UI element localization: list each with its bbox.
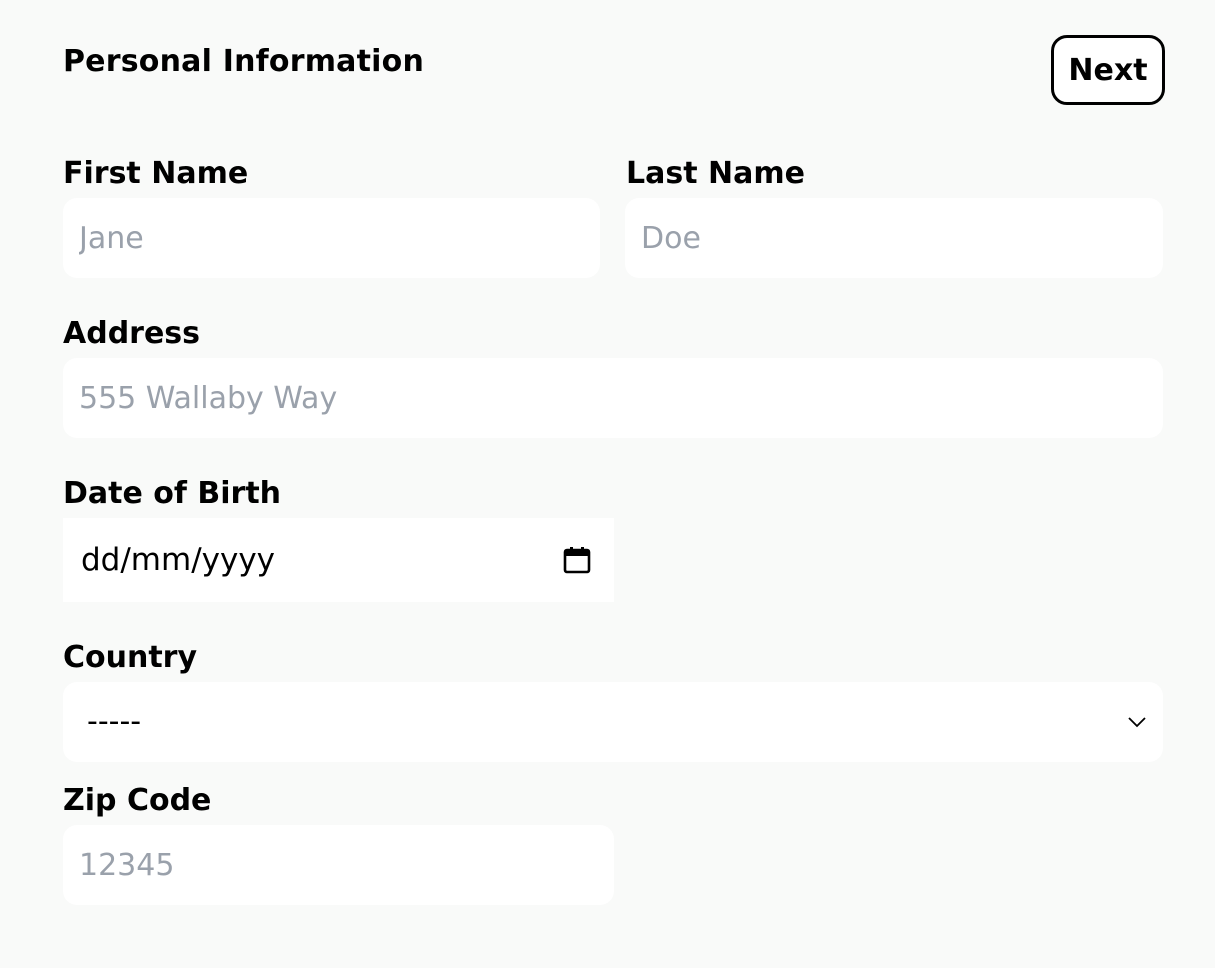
country-select[interactable]: ----- xyxy=(63,682,1163,762)
address-label: Address xyxy=(63,316,201,351)
date-of-birth-label: Date of Birth xyxy=(63,476,282,511)
zip-code-label: Zip Code xyxy=(63,783,212,818)
address-field xyxy=(63,358,1163,438)
page-title: Personal Information xyxy=(63,44,424,79)
country-label: Country xyxy=(63,640,198,675)
last-name-label: Last Name xyxy=(626,156,805,191)
calendar-icon[interactable] xyxy=(563,546,591,574)
first-name-input[interactable] xyxy=(63,198,600,278)
last-name-field xyxy=(625,198,1163,278)
next-button[interactable]: Next xyxy=(1051,35,1165,105)
date-of-birth-input[interactable]: dd/mm/yyyy xyxy=(63,518,614,602)
address-input[interactable] xyxy=(63,358,1163,438)
zip-code-input[interactable] xyxy=(63,825,614,905)
date-of-birth-value: dd/mm/yyyy xyxy=(81,542,276,578)
zip-code-field xyxy=(63,825,614,905)
last-name-input[interactable] xyxy=(625,198,1163,278)
country-selected-value: ----- xyxy=(87,704,142,739)
chevron-down-icon xyxy=(1128,717,1146,728)
first-name-label: First Name xyxy=(63,156,249,191)
first-name-field xyxy=(63,198,600,278)
personal-information-form: Personal Information Next First Name Las… xyxy=(63,0,1165,968)
